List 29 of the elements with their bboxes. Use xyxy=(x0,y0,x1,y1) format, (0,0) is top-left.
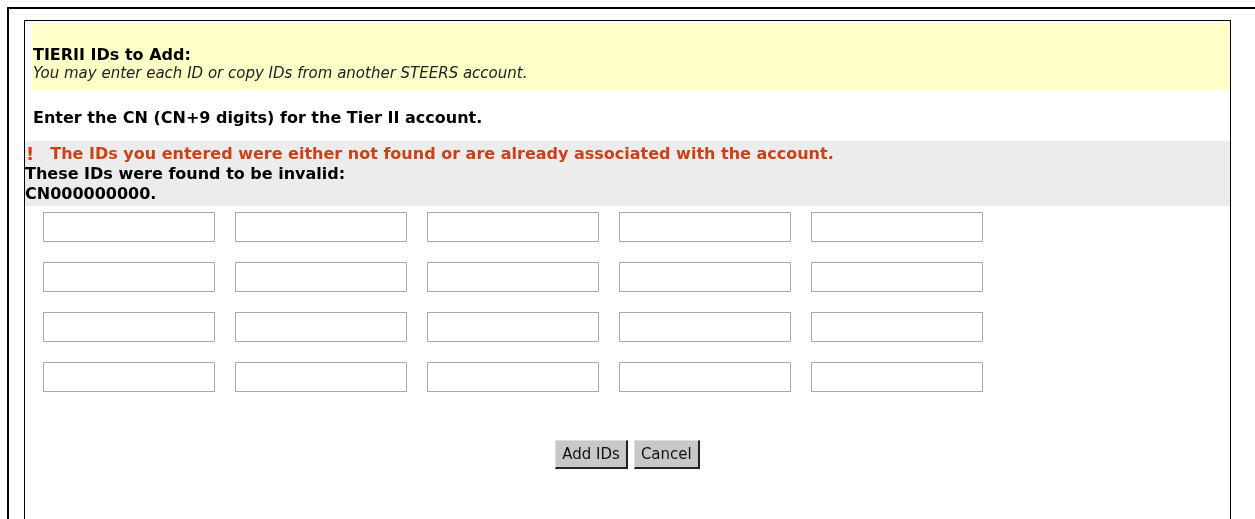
id-input-field[interactable] xyxy=(235,362,407,392)
error-icon: ! xyxy=(25,143,35,164)
id-input-field[interactable] xyxy=(619,262,791,292)
id-input-field[interactable] xyxy=(619,362,791,392)
id-input-field[interactable] xyxy=(427,312,599,342)
section-subtitle: You may enter each ID or copy IDs from another STEERS account. xyxy=(33,64,529,82)
section-title: TIERII IDs to Add: xyxy=(33,45,192,64)
id-input-field[interactable] xyxy=(619,212,791,242)
add-ids-button[interactable]: Add IDs xyxy=(555,440,628,469)
error-detail: These IDs were found to be invalid: xyxy=(25,164,347,184)
id-input-field[interactable] xyxy=(235,212,407,242)
id-input-field[interactable] xyxy=(811,262,983,292)
id-input-field[interactable] xyxy=(427,362,599,392)
id-input-field[interactable] xyxy=(427,262,599,292)
id-input-field[interactable] xyxy=(619,312,791,342)
invalid-id-list: CN000000000. xyxy=(25,184,1230,204)
id-input-field[interactable] xyxy=(235,312,407,342)
id-input-field[interactable] xyxy=(43,312,215,342)
id-input-field[interactable] xyxy=(43,362,215,392)
id-input-field[interactable] xyxy=(43,212,215,242)
id-input-field[interactable] xyxy=(811,362,983,392)
id-input-field[interactable] xyxy=(43,262,215,292)
instruction-text: Enter the CN (CN+9 digits) for the Tier II account. xyxy=(32,107,484,129)
id-input-field[interactable] xyxy=(811,312,983,342)
cancel-button[interactable]: Cancel xyxy=(633,440,700,469)
id-input-field[interactable] xyxy=(811,212,983,242)
id-input-field[interactable] xyxy=(235,262,407,292)
id-input-field[interactable] xyxy=(427,212,599,242)
error-message: The IDs you entered were either not found or are already associated with the account. xyxy=(50,144,834,163)
